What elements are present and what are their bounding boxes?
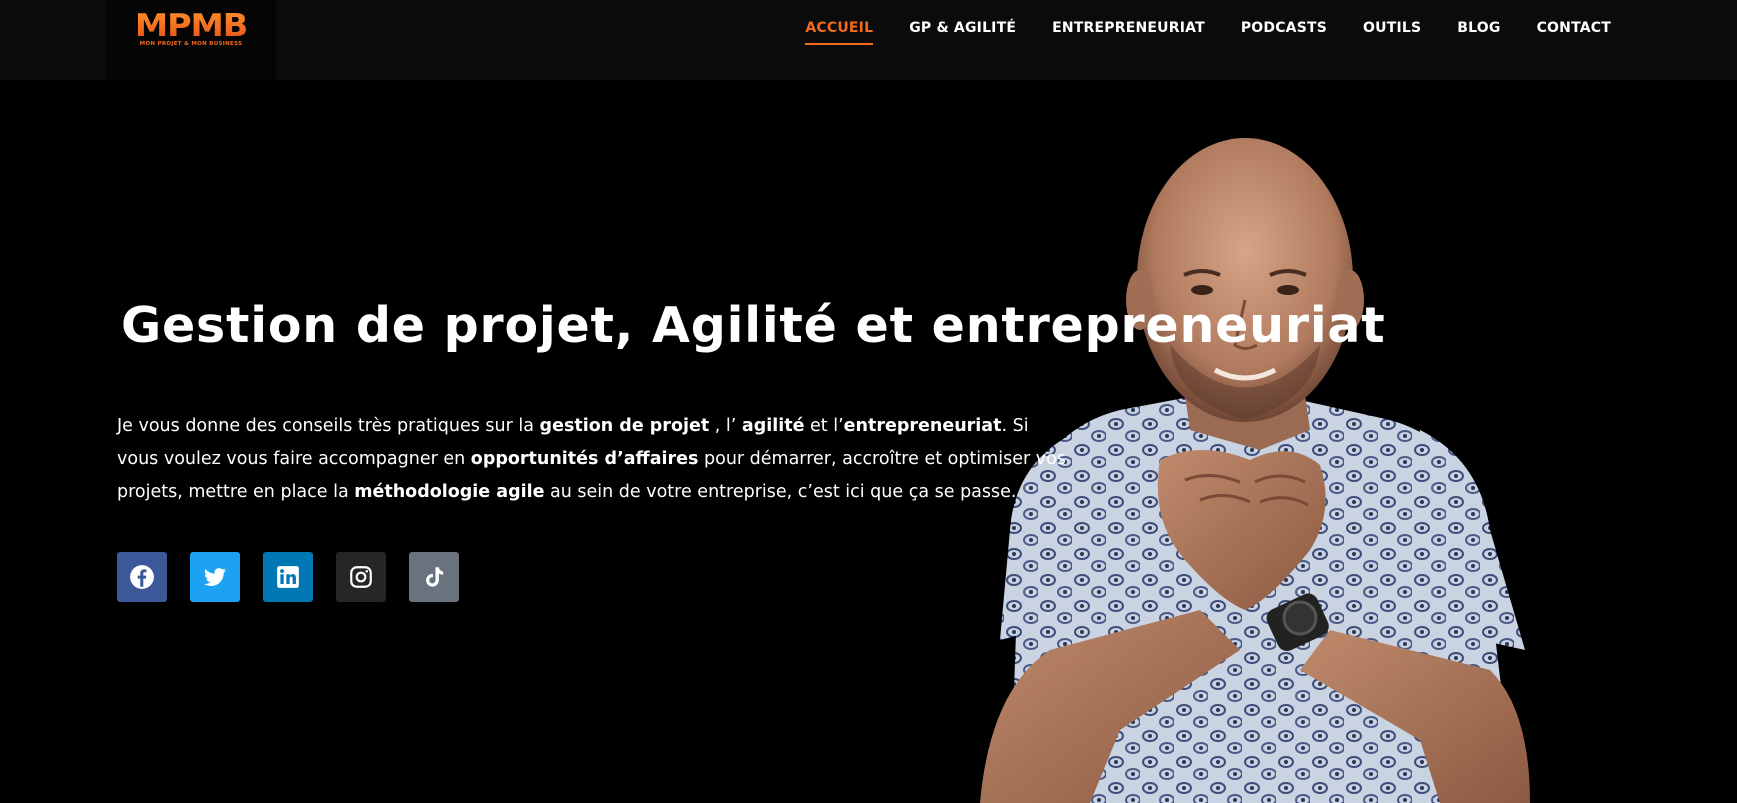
nav-item-blog[interactable]: BLOG — [1457, 20, 1500, 36]
linkedin-button[interactable] — [263, 552, 313, 602]
page-title: Gestion de projet, Agilité et entreprene… — [121, 297, 1386, 354]
nav-item-gp-agilite[interactable]: GP & AGILITÉ — [909, 20, 1016, 36]
facebook-icon — [130, 565, 154, 589]
hero-bold-methodologie: méthodologie agile — [354, 482, 545, 502]
nav-item-accueil[interactable]: ACCUEIL — [805, 20, 874, 45]
logo-mark: MPMB — [134, 8, 248, 44]
instagram-icon — [350, 566, 372, 588]
hero-text-6: au sein de votre entreprise, c’est ici q… — [544, 482, 1017, 502]
main-nav: ACCUEIL GP & AGILITÉ ENTREPRENEURIAT POD… — [769, 0, 1611, 56]
hero-bold-opportunites: opportunités d’affaires — [470, 449, 699, 469]
hero-paragraph: Je vous donne des conseils très pratique… — [117, 410, 1067, 509]
social-links — [117, 552, 459, 602]
logo[interactable]: MPMB MON PROJET & MON BUSINESS — [106, 0, 276, 80]
hero-text-2: , l’ — [709, 416, 742, 436]
nav-item-podcasts[interactable]: PODCASTS — [1241, 20, 1327, 36]
instagram-button[interactable] — [336, 552, 386, 602]
hero-bold-agilite: agilité — [741, 416, 805, 436]
twitter-icon — [204, 568, 226, 586]
nav-item-entrepreneuriat[interactable]: ENTREPRENEURIAT — [1052, 20, 1205, 36]
tiktok-icon — [426, 567, 444, 587]
twitter-button[interactable] — [190, 552, 240, 602]
hero-bold-entrepreneuriat: entrepreneuriat — [843, 416, 1002, 436]
hero-text-1: Je vous donne des conseils très pratique… — [117, 416, 540, 436]
facebook-button[interactable] — [117, 552, 167, 602]
linkedin-icon — [277, 566, 299, 588]
tiktok-button[interactable] — [409, 552, 459, 602]
nav-item-outils[interactable]: OUTILS — [1363, 20, 1421, 36]
site-header: MPMB MON PROJET & MON BUSINESS ACCUEIL G… — [0, 0, 1737, 80]
hero-text-3: et l’ — [804, 416, 844, 436]
hero-bold-gestion: gestion de projet — [539, 416, 710, 436]
nav-item-contact[interactable]: CONTACT — [1537, 20, 1611, 36]
page: MPMB MON PROJET & MON BUSINESS ACCUEIL G… — [0, 0, 1737, 803]
